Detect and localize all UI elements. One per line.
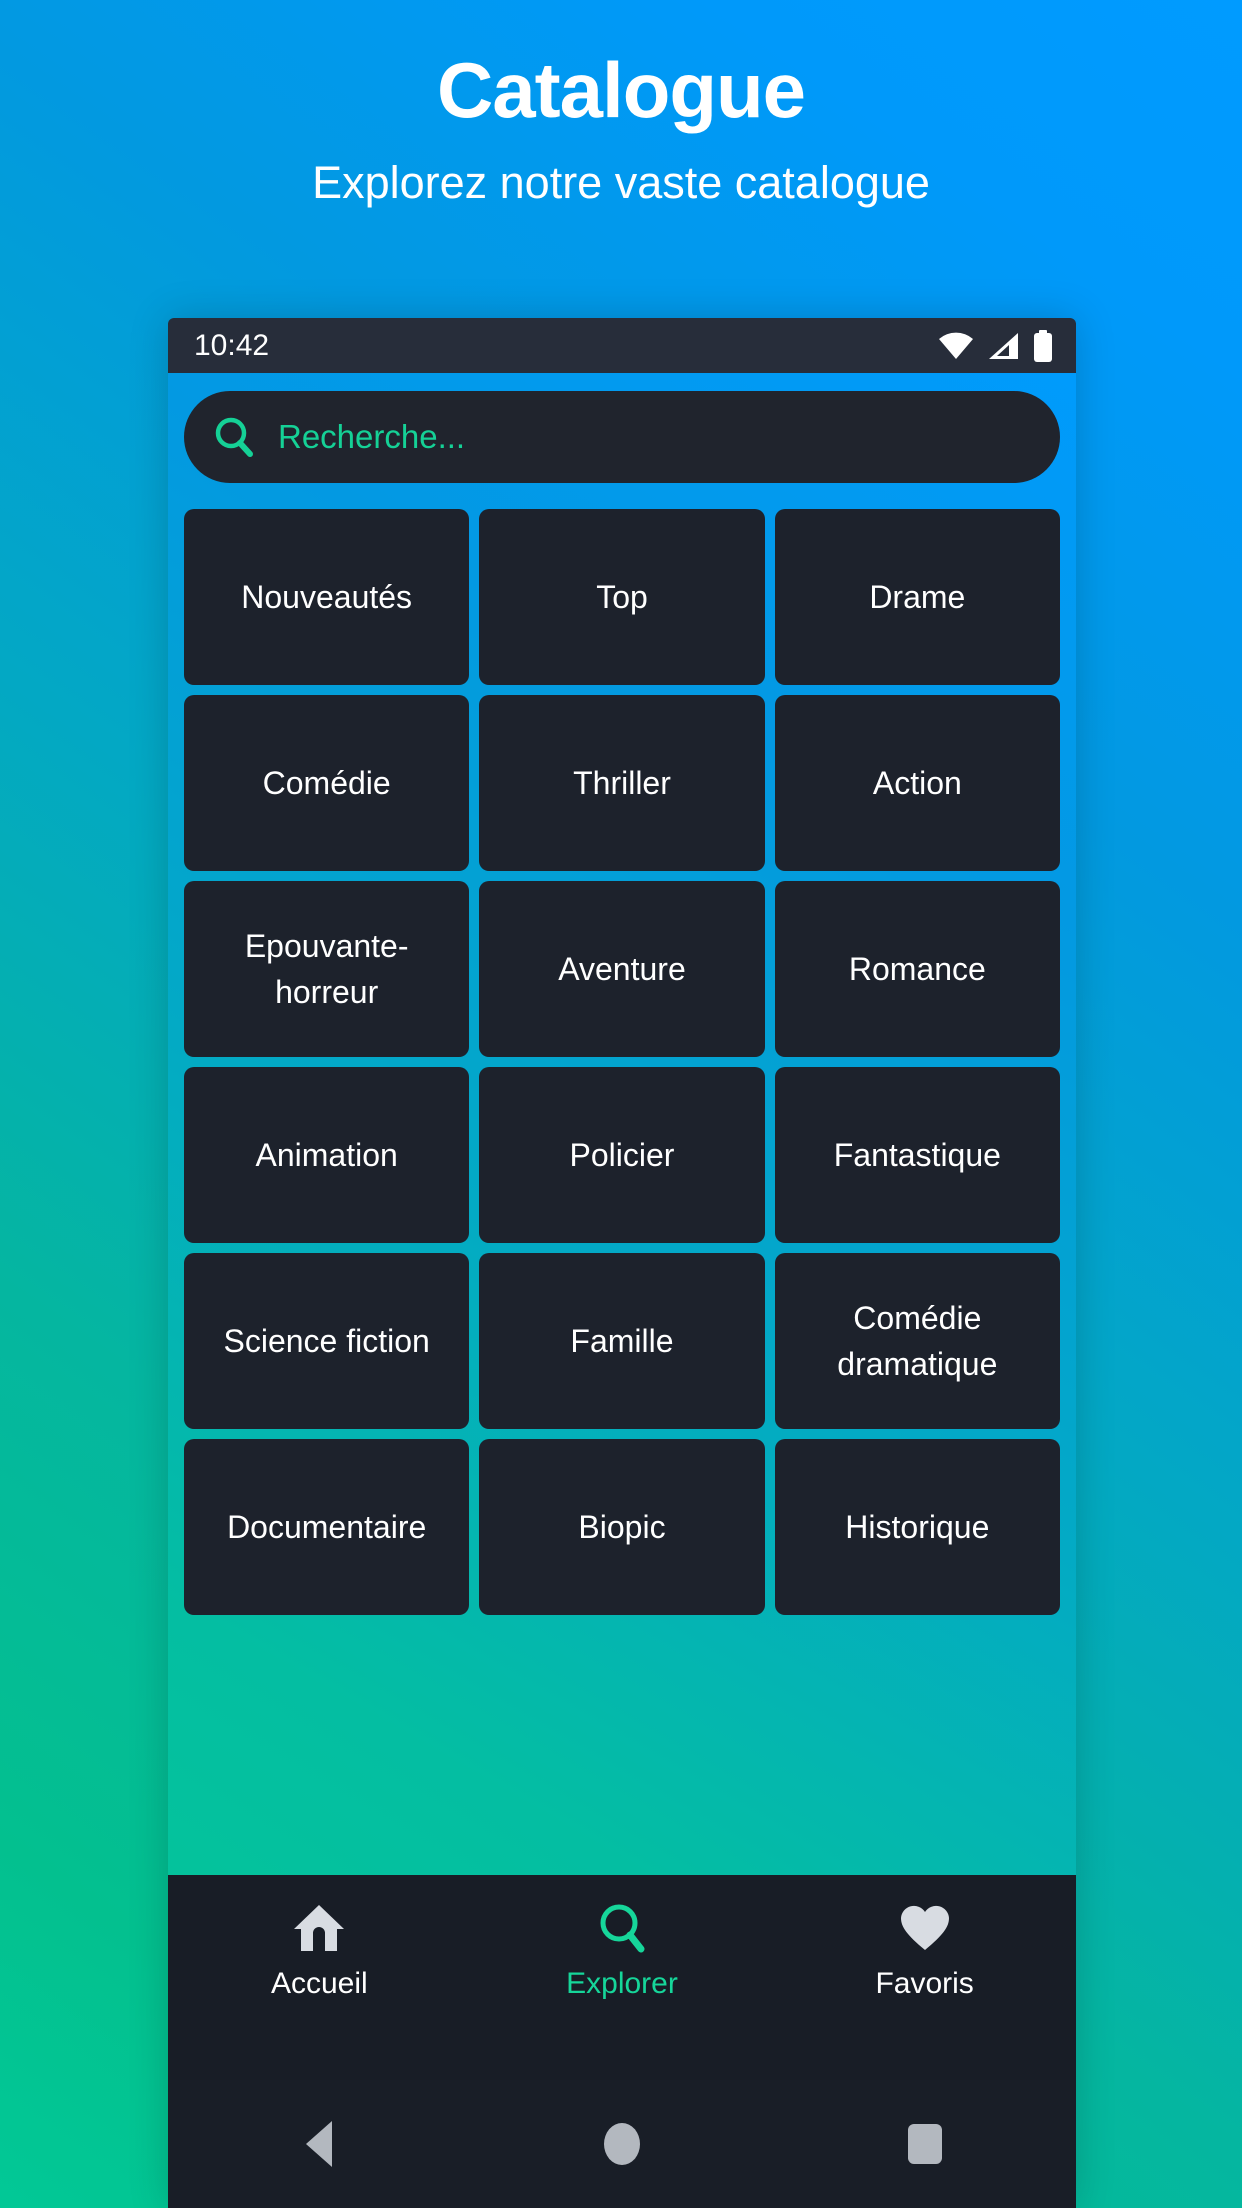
phone-mockup: 10:42 Recherche... Nouveautés Top Drame …: [168, 318, 1076, 2208]
bottom-navigation: Accueil Explorer Favoris: [168, 1875, 1076, 2080]
recents-square-icon: [907, 2124, 942, 2164]
search-icon: [212, 415, 256, 459]
nav-item-explorer[interactable]: Explorer: [522, 1901, 722, 2001]
status-bar: 10:42: [168, 318, 1076, 373]
category-tile-label: Thriller: [573, 764, 671, 801]
category-tile[interactable]: Top: [479, 509, 765, 685]
system-back-button[interactable]: [259, 2121, 379, 2167]
category-tile[interactable]: Romance: [774, 881, 1060, 1057]
category-tile-label: Documentaire: [227, 1508, 427, 1545]
android-system-navigation: [168, 2080, 1076, 2208]
category-tile[interactable]: Comédie dramatique: [774, 1253, 1060, 1429]
category-tile[interactable]: Thriller: [479, 695, 765, 871]
battery-icon: [1032, 329, 1054, 362]
category-tile-label: Aventure: [558, 950, 686, 987]
category-tile-label: Comédie: [262, 764, 391, 801]
category-tile[interactable]: Documentaire: [184, 1439, 470, 1615]
category-tile-label: Romance: [848, 950, 986, 987]
category-tile[interactable]: Policier: [479, 1067, 765, 1243]
nav-item-label: Explorer: [566, 1967, 678, 2000]
search-input[interactable]: Recherche...: [278, 418, 465, 456]
category-tile[interactable]: Nouveautés: [184, 509, 470, 685]
category-tile-label: Action: [872, 764, 962, 801]
category-tile[interactable]: Science fiction: [184, 1253, 470, 1429]
home-icon: [291, 1901, 347, 1955]
home-circle-icon: [603, 2123, 640, 2165]
category-tile-label: Epouvante-horreur: [244, 927, 409, 1010]
category-tile-label: Famille: [570, 1322, 674, 1359]
back-triangle-icon: [306, 2121, 333, 2167]
category-tile-label: Drame: [869, 578, 966, 615]
category-tile[interactable]: Animation: [184, 1067, 470, 1243]
promo-header: Catalogue Explorez notre vaste catalogue: [0, 0, 1242, 318]
system-recents-button[interactable]: [865, 2124, 985, 2164]
system-home-button[interactable]: [562, 2123, 682, 2165]
category-tile-label: Science fiction: [223, 1322, 430, 1359]
heart-icon: [897, 1901, 953, 1955]
category-tile[interactable]: Drame: [774, 509, 1060, 685]
category-tile[interactable]: Fantastique: [774, 1067, 1060, 1243]
nav-item-label: Favoris: [875, 1967, 974, 2000]
search-bar[interactable]: Recherche...: [184, 391, 1060, 483]
category-tile-label: Nouveautés: [241, 578, 413, 615]
nav-item-accueil[interactable]: Accueil: [219, 1901, 419, 2001]
category-tile[interactable]: Historique: [774, 1439, 1060, 1615]
category-tile[interactable]: Famille: [479, 1253, 765, 1429]
status-bar-clock: 10:42: [194, 328, 270, 362]
category-tile[interactable]: Epouvante-horreur: [184, 881, 470, 1057]
category-tile-label: Historique: [845, 1508, 990, 1545]
cellular-signal-icon: [987, 332, 1019, 360]
category-tile[interactable]: Action: [774, 695, 1060, 871]
category-tile-label: Comédie dramatique: [837, 1299, 998, 1382]
category-tile-label: Top: [596, 578, 648, 615]
category-tile[interactable]: Biopic: [479, 1439, 765, 1615]
nav-item-label: Accueil: [270, 1967, 368, 2000]
status-bar-icons: [938, 329, 1054, 362]
category-tile[interactable]: Comédie: [184, 695, 470, 871]
category-tile-label: Policier: [569, 1136, 675, 1173]
wifi-icon: [938, 332, 974, 360]
page-subtitle: Explorez notre vaste catalogue: [312, 156, 930, 208]
page-title: Catalogue: [436, 46, 806, 134]
category-tile-label: Fantastique: [833, 1136, 1001, 1173]
app-content: Recherche... Nouveautés Top Drame Comédi…: [168, 373, 1076, 1930]
category-tile-label: Biopic: [578, 1508, 666, 1545]
category-tile-label: Animation: [255, 1136, 398, 1173]
search-icon: [594, 1901, 650, 1955]
category-grid: Nouveautés Top Drame Comédie Thriller Ac…: [184, 509, 1060, 1899]
category-tile[interactable]: Aventure: [479, 881, 765, 1057]
nav-item-favoris[interactable]: Favoris: [825, 1901, 1025, 2001]
